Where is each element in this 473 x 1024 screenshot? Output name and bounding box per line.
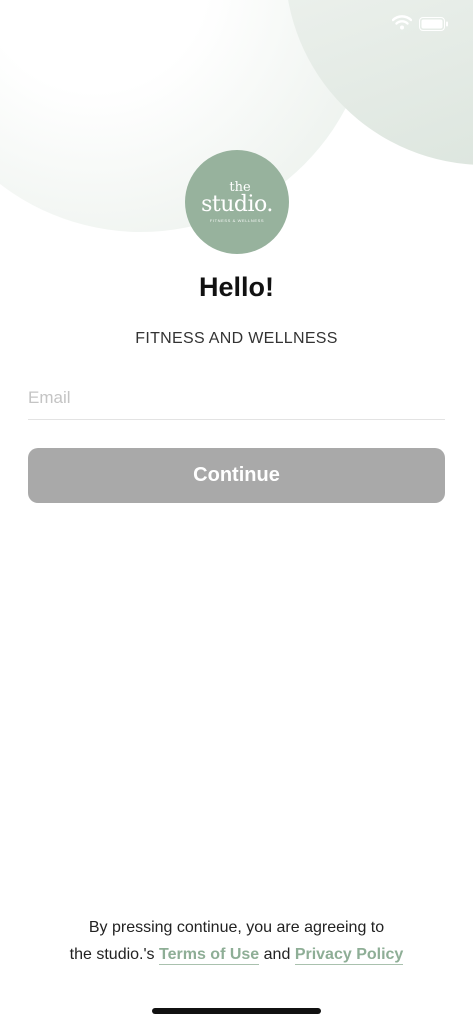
privacy-policy-link[interactable]: Privacy Policy: [294, 946, 404, 965]
legal-connector: and: [263, 946, 291, 963]
wifi-icon: [391, 15, 413, 35]
legal-line-2: the studio.'s Terms of Use and Privacy P…: [0, 941, 473, 968]
legal-line-1: By pressing continue, you are agreeing t…: [88, 919, 385, 936]
email-field[interactable]: [28, 376, 445, 420]
status-time: 11:32: [42, 14, 89, 34]
status-bar: 11:32: [0, 0, 473, 50]
continue-button[interactable]: Continue: [28, 448, 445, 503]
battery-icon: [419, 17, 449, 36]
home-indicator[interactable]: [152, 1008, 321, 1014]
logo-text-studio: studio.: [201, 191, 273, 217]
legal-prefix: the studio.'s: [69, 946, 155, 963]
studio-logo: the studio. FITNESS & WELLNESS: [185, 150, 289, 254]
page-subtitle: FITNESS AND WELLNESS: [135, 330, 338, 347]
page-title: Hello!: [198, 272, 274, 302]
login-screen: 11:32 the studio. FITNESS & WELLNESS Hel…: [0, 0, 473, 1024]
terms-of-use-link[interactable]: Terms of Use: [159, 946, 260, 965]
logo-tagline: FITNESS & WELLNESS: [209, 217, 265, 223]
legal-notice: By pressing continue, you are agreeing t…: [0, 914, 473, 968]
